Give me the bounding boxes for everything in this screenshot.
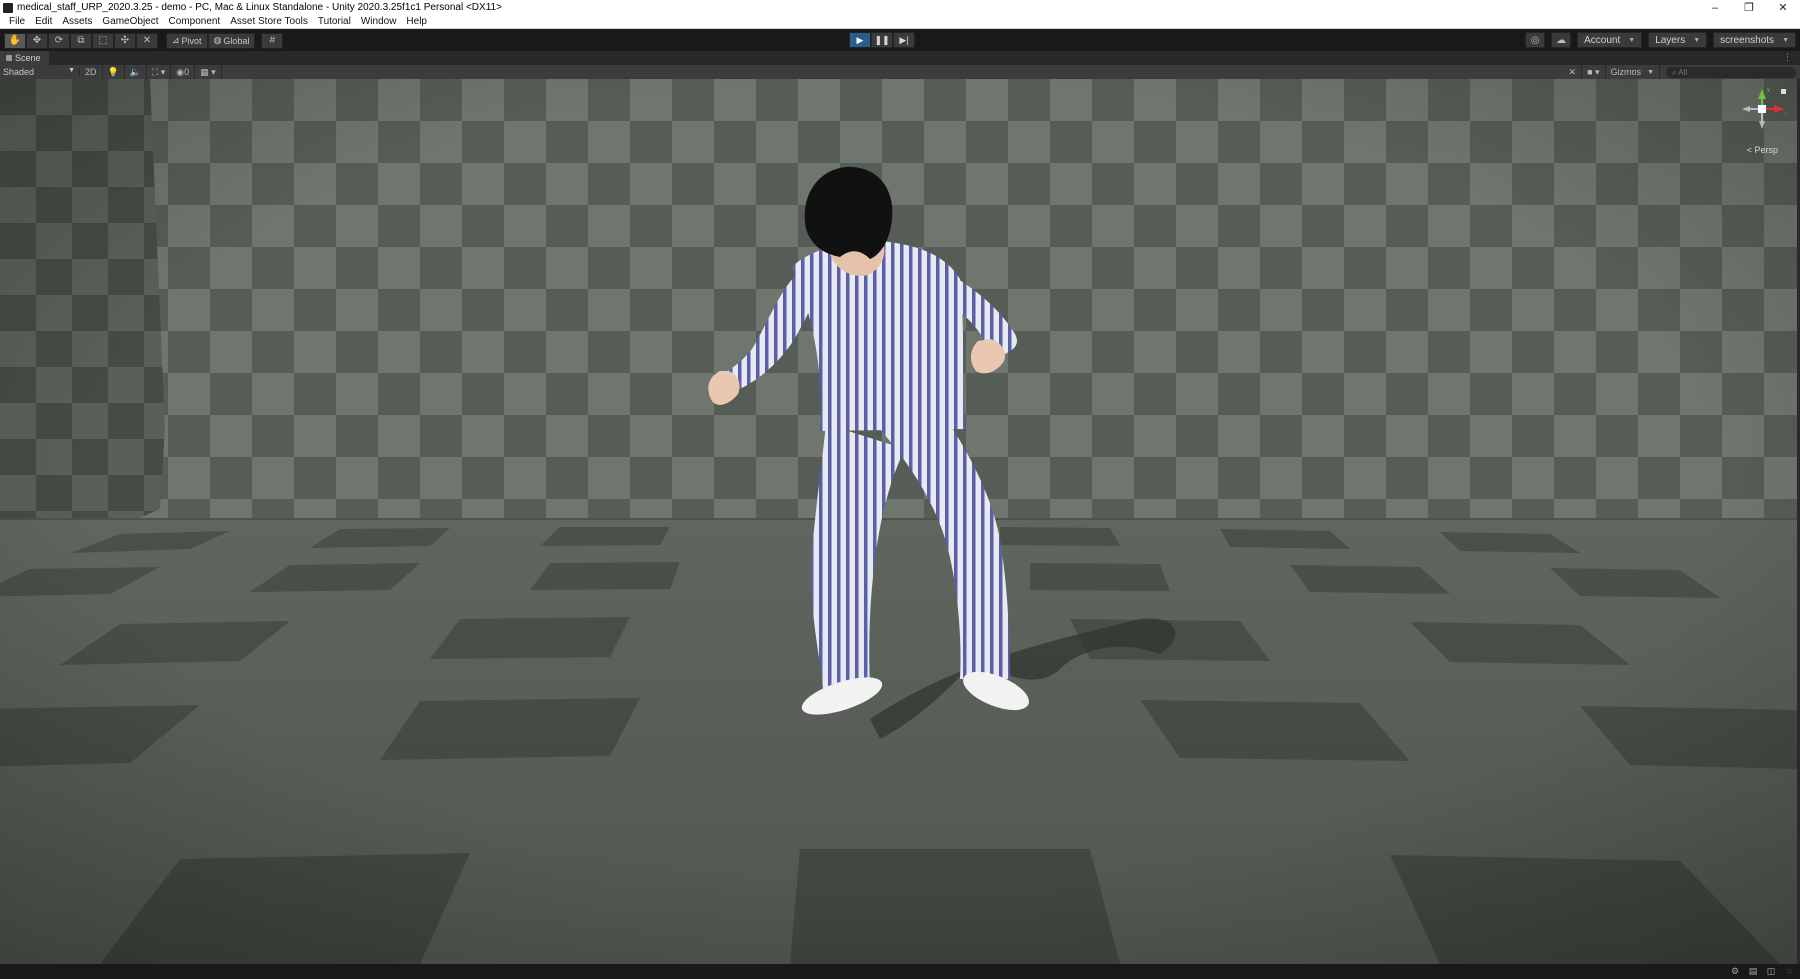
camera-dropdown-icon[interactable]: ■ ▾ — [1582, 65, 1606, 79]
lock-icon[interactable] — [1781, 89, 1786, 94]
menu-edit[interactable]: Edit — [30, 16, 57, 27]
chevron-down-icon: ▼ — [1647, 68, 1654, 76]
grid-snap-group: # — [261, 32, 284, 49]
gizmos-label: Gizmos — [1610, 67, 1642, 77]
tab-scene[interactable]: Scene — [0, 51, 49, 65]
lighting-toggle-icon[interactable]: 💡 — [103, 65, 125, 79]
grid-dropdown-icon[interactable]: ▦ ▾ — [195, 65, 222, 79]
handle-tools: ⊿ Pivot ◍ Global — [166, 32, 256, 49]
window-title-bar: medical_staff_URP_2020.3.25 - demo - PC,… — [0, 0, 1800, 15]
close-button[interactable]: ✕ — [1766, 0, 1800, 15]
layers-dropdown[interactable]: Layers ▼ — [1648, 32, 1708, 48]
scene-icon — [6, 55, 12, 61]
scene-search-input[interactable]: ⌕ All — [1666, 66, 1796, 78]
minimize-button[interactable]: – — [1698, 0, 1732, 15]
global-label: Global — [223, 35, 250, 46]
layout-dropdown[interactable]: screenshots ▼ — [1713, 32, 1796, 48]
window-title: medical_staff_URP_2020.3.25 - demo - PC,… — [17, 2, 502, 13]
scene-render — [0, 79, 1800, 964]
eye-icon: ◉ — [176, 66, 185, 77]
global-toggle[interactable]: ◍ Global — [207, 32, 256, 49]
account-dropdown[interactable]: Account ▼ — [1577, 32, 1643, 48]
notifications-icon[interactable]: ◌ — [1784, 966, 1794, 976]
toolbar-right: ◎ ☁ Account ▼ Layers ▼ screenshots ▼ — [1525, 32, 1796, 48]
account-label: Account — [1584, 34, 1621, 46]
gizmo-x-label: x — [1784, 111, 1787, 117]
gizmos-dropdown[interactable]: Gizmos ▼ — [1606, 65, 1660, 79]
scene-tab-bar: Scene ⋮ — [0, 51, 1800, 65]
status-bar: ⚙ ▤ ◫ ◌ — [0, 964, 1800, 979]
chevron-down-icon: ▼ — [68, 67, 75, 74]
chevron-down-icon: ▼ — [1782, 36, 1789, 44]
layers-label: Layers — [1655, 34, 1686, 46]
custom-tool-icon[interactable]: ✕ — [136, 32, 158, 49]
draw-mode-dropdown[interactable]: Shaded ▼ — [0, 67, 80, 77]
move-tool-icon[interactable]: ✥ — [26, 32, 48, 49]
mode-2d-toggle[interactable]: 2D — [80, 65, 103, 79]
tab-scene-label: Scene — [15, 53, 41, 63]
transform-tool-icon[interactable]: ✣ — [114, 32, 136, 49]
hidden-count: 0 — [184, 67, 190, 77]
pause-button[interactable]: ❚❚ — [871, 32, 893, 48]
tools-icon[interactable]: ✕ — [1564, 65, 1583, 79]
menu-gameobject[interactable]: GameObject — [97, 16, 163, 27]
menu-window[interactable]: Window — [356, 16, 402, 27]
scene-toolbar-right: ✕ ■ ▾ Gizmos ▼ ⌕ All — [1564, 65, 1796, 79]
menu-assets[interactable]: Assets — [57, 16, 97, 27]
menu-file[interactable]: File — [4, 16, 30, 27]
menu-help[interactable]: Help — [401, 16, 432, 27]
play-controls: ▶ ❚❚ ▶| — [849, 32, 915, 48]
pivot-label: Pivot — [181, 35, 202, 46]
hand-tool-icon[interactable]: ✋ — [4, 32, 26, 49]
menu-bar: File Edit Assets GameObject Component As… — [0, 15, 1800, 29]
globe-icon: ◍ — [213, 35, 222, 45]
search-placeholder: All — [1678, 67, 1688, 77]
pivot-icon: ⊿ — [172, 35, 180, 45]
draw-mode-label: Shaded — [3, 67, 35, 77]
play-button[interactable]: ▶ — [849, 32, 871, 48]
rotate-tool-icon[interactable]: ⟳ — [48, 32, 70, 49]
rect-tool-icon[interactable]: ⬚ — [92, 32, 114, 49]
projection-toggle[interactable]: < Persp — [1747, 145, 1778, 155]
collab-icon[interactable]: ▤ — [1748, 966, 1758, 976]
search-icon: ⌕ — [1672, 67, 1677, 77]
progress-icon[interactable]: ◫ — [1766, 966, 1776, 976]
unity-app-icon — [3, 2, 13, 13]
audio-toggle-icon[interactable]: 🔈 — [125, 65, 147, 79]
step-button[interactable]: ▶| — [893, 32, 915, 48]
transform-tools: ✋ ✥ ⟳ ⧉ ⬚ ✣ ✕ — [4, 32, 158, 49]
main-toolbar: ✋ ✥ ⟳ ⧉ ⬚ ✣ ✕ ⊿ Pivot ◍ Global # ▶ ❚❚ ▶|… — [0, 30, 1800, 51]
restore-button[interactable]: ❐ — [1732, 0, 1766, 15]
grid-snap-icon[interactable]: # — [261, 32, 284, 49]
bug-icon[interactable]: ⚙ — [1730, 966, 1740, 976]
menu-asset-store-tools[interactable]: Asset Store Tools — [225, 16, 313, 27]
effects-dropdown-icon[interactable]: ⛶ ▾ — [147, 65, 172, 79]
status-icons: ⚙ ▤ ◫ ◌ — [1730, 966, 1794, 977]
tab-options-icon[interactable]: ⋮ — [1783, 52, 1792, 63]
menu-component[interactable]: Component — [164, 16, 226, 27]
scene-viewport[interactable]: y x < Persp — [0, 79, 1800, 964]
menu-tutorial[interactable]: Tutorial — [313, 16, 356, 27]
chevron-down-icon: ▼ — [1628, 36, 1636, 44]
chevron-down-icon: ▼ — [1693, 36, 1701, 44]
scale-tool-icon[interactable]: ⧉ — [70, 32, 92, 49]
pivot-toggle[interactable]: ⊿ Pivot — [166, 32, 208, 49]
layout-label: screenshots — [1720, 34, 1775, 46]
hidden-objects-toggle[interactable]: ◉ 0 — [171, 65, 196, 79]
scene-view-toolbar: Shaded ▼ 2D 💡 🔈 ⛶ ▾ ◉ 0 ▦ ▾ ✕ ■ ▾ Gizmos… — [0, 65, 1800, 79]
cloud-icon[interactable]: ☁ — [1551, 32, 1572, 48]
gizmo-y-label: y — [1767, 87, 1770, 93]
services-icon[interactable]: ◎ — [1525, 32, 1546, 48]
